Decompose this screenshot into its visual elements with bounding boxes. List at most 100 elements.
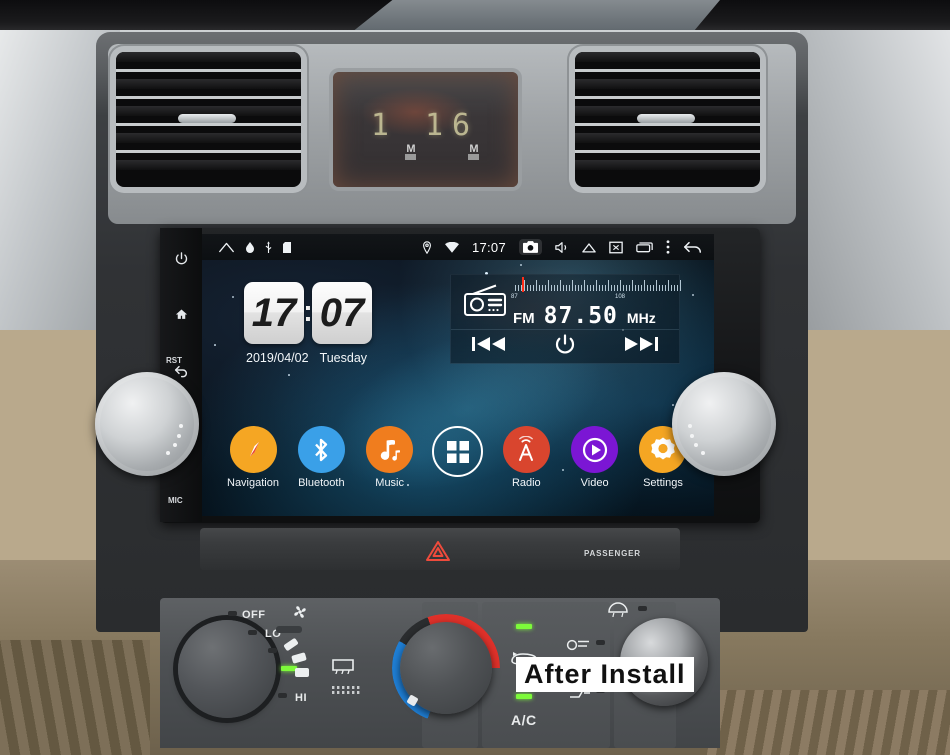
air-vent-left[interactable] [116,52,301,187]
ac-button-label: A/C [511,712,537,728]
radio-tick-major [632,279,633,291]
radio-tick-major [596,279,597,291]
radio-tick [605,284,606,291]
radio-tick [527,284,528,291]
dashboard-clock-digits: 1 16 [370,108,480,143]
radio-tick [539,284,540,291]
star [692,294,694,296]
reset-label: RST [166,356,182,365]
app-video[interactable]: Video [566,426,624,489]
apps-grid-icon[interactable] [432,426,484,477]
app-navigation[interactable]: Navigation [224,426,282,489]
play-icon[interactable] [571,426,619,473]
star [672,404,674,406]
radio-tick [578,284,579,291]
radio-tick-major [608,279,609,291]
power-button[interactable] [169,250,193,274]
radio-widget-display: 87 108 FM 87.50 MHz [451,275,681,330]
radio-tick [629,284,630,291]
radio-scale-min: 87 [511,293,518,300]
home-icon[interactable] [218,241,235,253]
radio-tick [653,284,654,291]
radio-tick [581,284,582,291]
screenshot-icon[interactable] [609,241,623,254]
radio-icon [463,283,507,322]
clock-date: 2019/04/02 [246,351,309,365]
recents-icon[interactable] [636,241,653,253]
radio-tick [662,284,663,291]
radio-tick [623,284,624,291]
defrost-grille-dots [332,683,366,694]
clock-marker-right: M [468,144,480,160]
usb-icon [265,241,272,253]
radio-tick [590,284,591,291]
clock-marker-left: M [405,144,417,160]
mode-dot [596,640,605,645]
hazard-button[interactable] [420,538,456,564]
star [288,374,290,376]
clock-widget-tiles: 17 07 [244,282,404,344]
status-bar: 17:07 [202,234,714,260]
star [214,344,216,346]
radio-scale-ticks [515,278,681,291]
air-vent-right[interactable] [575,52,760,187]
radio-tick-major [536,279,537,291]
fan-icon [292,604,308,620]
app-settings-label: Settings [643,477,683,489]
radio-tick-major [620,279,621,291]
volume-knob-left[interactable] [95,372,199,476]
defrost-icon[interactable] [606,600,630,618]
compass-icon[interactable] [229,426,277,473]
dot-icon [246,241,254,253]
head-unit-screen[interactable]: 17:07 17 07 2019/04/02 Tuesday 87 108 FM… [202,234,714,516]
vent-left-adjuster[interactable] [178,114,236,123]
radio-next-button[interactable] [603,336,679,357]
clock-weekday: Tuesday [319,351,368,365]
radio-tick [575,284,576,291]
volume-icon[interactable] [555,241,569,254]
app-music[interactable]: Music [361,426,419,489]
watermark-text: After Install [516,657,694,692]
overflow-menu-icon[interactable] [666,240,670,254]
radio-prev-button[interactable] [451,336,527,357]
app-radio-label: Radio [511,477,541,489]
radio-widget[interactable]: 87 108 FM 87.50 MHz [450,274,681,364]
camera-icon[interactable] [519,239,542,255]
defrost-indicator-slot [276,626,302,633]
face-vent-icon[interactable] [566,636,592,654]
wifi-icon [444,241,459,253]
music-note-icon[interactable] [366,426,414,473]
rear-defrost-icon[interactable] [330,655,356,675]
bluetooth-icon[interactable] [297,426,345,473]
back-arrow-icon[interactable] [683,240,702,254]
android-head-unit: RST MIC 17:07 17 07 2019/04/02 Tuesday 8… [160,228,760,523]
radio-tower-icon[interactable] [502,426,550,473]
radio-tick [647,284,648,291]
radio-scale[interactable] [509,276,681,294]
radio-controls [451,330,679,363]
app-radio[interactable]: Radio [497,426,555,489]
radio-tick [641,284,642,291]
vent-right-adjuster[interactable] [637,114,695,123]
radio-tick [671,284,672,291]
fan-speed-knob[interactable] [178,620,276,718]
app-bluetooth[interactable]: Bluetooth [292,426,350,489]
status-bar-clock: 17:07 [471,239,506,255]
radio-tick [677,284,678,291]
radio-tick [614,284,615,291]
app-music-label: Music [375,477,405,489]
status-bar-left-icons [202,241,291,253]
radio-tick [557,284,558,291]
clock-widget[interactable]: 17 07 2019/04/02 Tuesday [244,282,404,365]
radio-scale-labels: 87 108 [507,294,673,302]
home-button[interactable] [169,306,193,330]
radio-tick-major [584,279,585,291]
radio-power-button[interactable] [527,332,603,361]
radio-tick-major [668,279,669,291]
tune-knob-right[interactable] [672,372,776,476]
radio-tick [587,284,588,291]
fan-bar [295,668,309,677]
eject-icon[interactable] [582,242,596,253]
mode-dot [638,606,647,611]
app-all-apps[interactable] [429,426,487,489]
